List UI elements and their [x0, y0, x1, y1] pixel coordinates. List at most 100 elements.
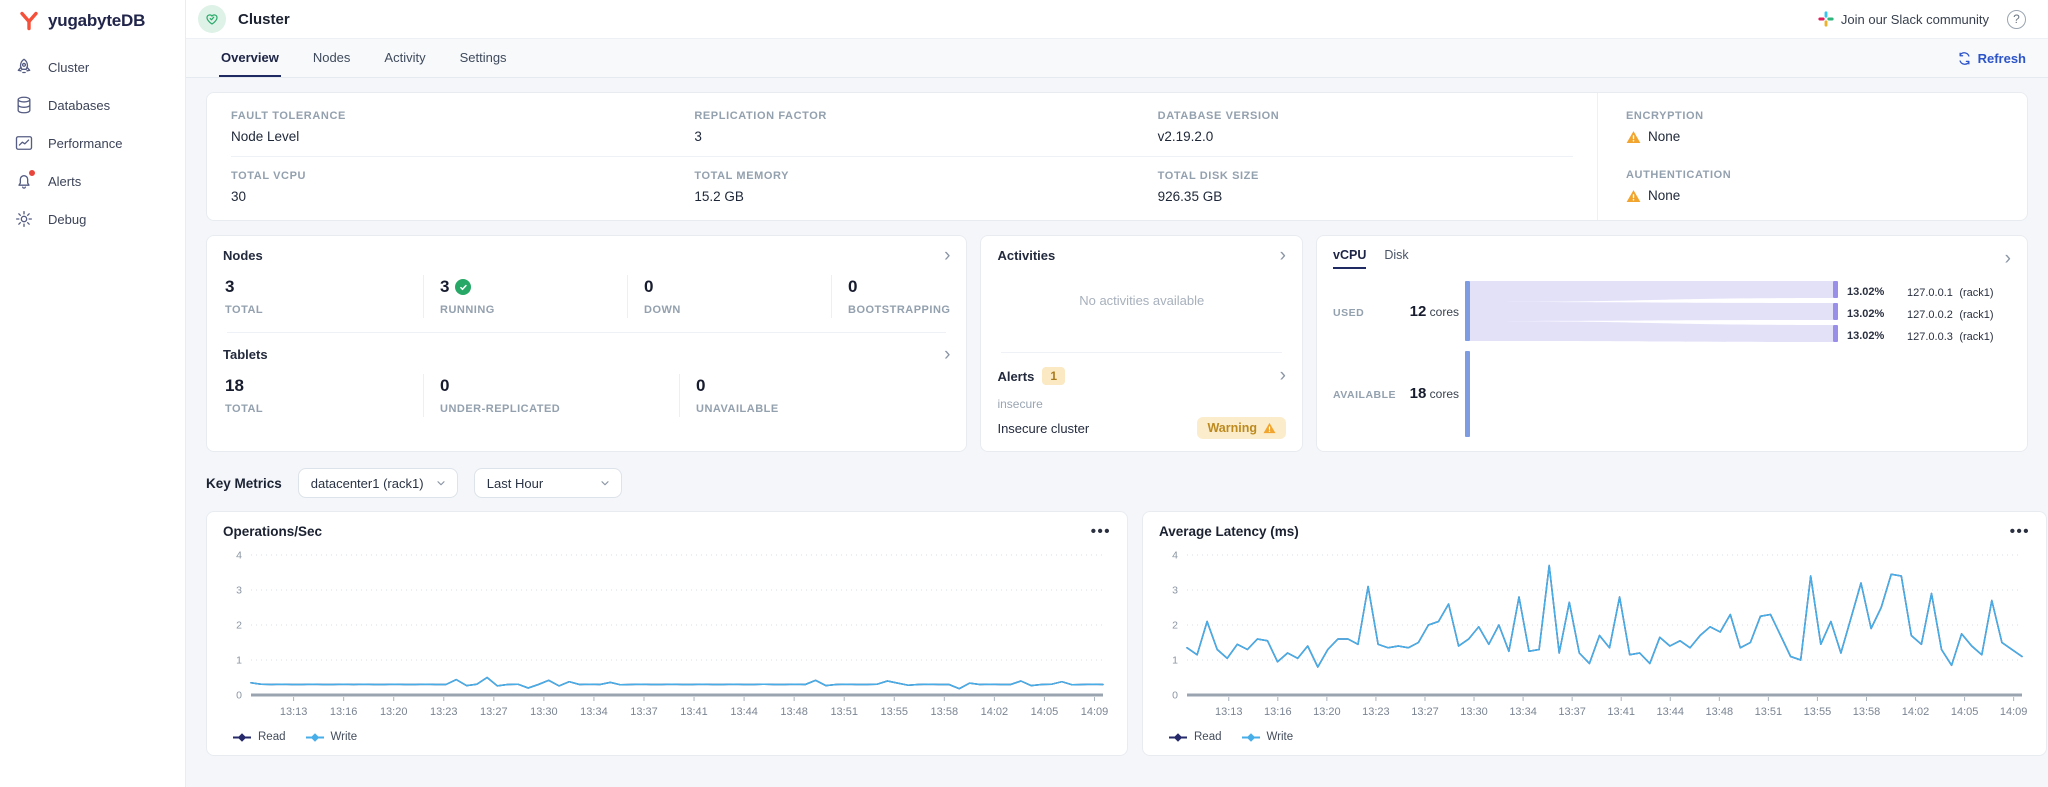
summary-total-memory: TOTAL MEMORY 15.2 GB — [670, 157, 1133, 216]
svg-text:13:51: 13:51 — [830, 706, 858, 718]
nodes-section-title: Nodes — [223, 248, 263, 263]
region-select[interactable]: datacenter1 (rack1) — [298, 468, 458, 498]
chevron-right-icon[interactable]: › — [1280, 370, 1286, 382]
legend-label: Read — [1194, 731, 1222, 743]
tab-nodes[interactable]: Nodes — [311, 39, 353, 77]
vcpu-available-row: AVAILABLE 18 cores — [1333, 385, 1459, 402]
tab-disk[interactable]: Disk — [1384, 248, 1408, 269]
tab-activity[interactable]: Activity — [382, 39, 427, 77]
tab-vcpu[interactable]: vCPU — [1333, 248, 1366, 269]
summary-total-vcpu: TOTAL VCPU 30 — [207, 157, 670, 216]
chevron-right-icon[interactable]: › — [944, 250, 950, 262]
chevron-right-icon[interactable]: › — [1280, 250, 1286, 262]
sidebar-item-databases[interactable]: Databases — [0, 86, 185, 124]
svg-text:13:34: 13:34 — [580, 706, 608, 718]
warning-triangle-icon — [1626, 189, 1641, 203]
cluster-health-icon — [198, 5, 226, 33]
svg-text:2: 2 — [236, 620, 242, 632]
svg-text:13:48: 13:48 — [780, 706, 808, 718]
legend-item-write[interactable]: Write — [306, 731, 358, 743]
svg-text:13:41: 13:41 — [680, 706, 708, 718]
sidebar-item-alerts[interactable]: Alerts — [0, 162, 185, 200]
svg-text:14:09: 14:09 — [2000, 706, 2028, 718]
svg-text:13:58: 13:58 — [931, 706, 959, 718]
svg-text:0: 0 — [236, 690, 242, 702]
svg-text:13:20: 13:20 — [1313, 706, 1341, 718]
legend-item-write[interactable]: Write — [1242, 731, 1294, 743]
top-header: Cluster Join our Slack community ? — [186, 0, 2048, 38]
svg-text:2: 2 — [1172, 620, 1178, 632]
nodes-tablets-card: Nodes › 3 TOTAL 3 — [206, 235, 967, 452]
divider — [227, 332, 946, 333]
refresh-button[interactable]: Refresh — [1957, 39, 2026, 77]
legend-marker-icon — [306, 733, 324, 742]
sidebar-item-debug[interactable]: Debug — [0, 200, 185, 238]
alerts-section-title: Alerts — [997, 369, 1034, 384]
time-range-select[interactable]: Last Hour — [474, 468, 622, 498]
sankey-node-label: 13.02% 127.0.0.3 (rack1) — [1847, 327, 1994, 345]
sidebar-item-performance[interactable]: Performance — [0, 124, 185, 162]
svg-text:13:51: 13:51 — [1755, 706, 1783, 718]
activities-alerts-card: Activities › No activities available Ale… — [980, 235, 1303, 452]
alerts-count-badge: 1 — [1042, 367, 1065, 385]
svg-text:13:37: 13:37 — [1558, 706, 1586, 718]
svg-text:13:30: 13:30 — [1460, 706, 1488, 718]
svg-text:14:05: 14:05 — [1951, 706, 1979, 718]
svg-text:0: 0 — [1172, 690, 1178, 702]
alert-message: Insecure cluster — [997, 421, 1089, 436]
sidebar-item-label: Alerts — [48, 174, 81, 189]
summary-authentication: AUTHENTICATION None — [1598, 156, 2027, 215]
summary-fault-tolerance: FAULT TOLERANCE Node Level — [207, 97, 670, 156]
join-slack-link[interactable]: Join our Slack community — [1818, 11, 1989, 27]
alert-notification-dot — [28, 169, 36, 177]
svg-text:13:34: 13:34 — [1509, 706, 1537, 718]
svg-text:13:13: 13:13 — [280, 706, 308, 718]
alert-name: insecure — [997, 397, 1286, 411]
nodes-stat-bootstrapping: 0 BOOTSTRAPPING — [831, 275, 950, 318]
page-title: Cluster — [238, 11, 290, 28]
content: FAULT TOLERANCE Node Level REPLICATION F… — [186, 78, 2048, 756]
legend-label: Write — [1267, 731, 1294, 743]
tab-bar: Overview Nodes Activity Settings Refresh — [186, 38, 2048, 78]
svg-text:14:02: 14:02 — [1902, 706, 1930, 718]
sidebar-item-cluster[interactable]: Cluster — [0, 48, 185, 86]
tab-overview[interactable]: Overview — [219, 39, 281, 77]
activities-section-title: Activities — [997, 248, 1055, 263]
summary-total-disk-size: TOTAL DISK SIZE 926.35 GB — [1134, 157, 1597, 216]
performance-chart-icon — [14, 133, 34, 153]
help-icon[interactable]: ? — [2007, 10, 2026, 29]
svg-text:13:55: 13:55 — [880, 706, 908, 718]
svg-text:13:16: 13:16 — [330, 706, 358, 718]
alert-row[interactable]: Insecure cluster Warning — [997, 417, 1286, 439]
legend-item-read[interactable]: Read — [233, 731, 286, 743]
yugabytedb-logo-icon — [18, 10, 40, 32]
chevron-down-icon — [599, 477, 611, 489]
operations-chart: 0123413:1313:1613:2013:2313:2713:3013:34… — [223, 543, 1111, 727]
database-icon — [14, 95, 34, 115]
chevron-down-icon — [435, 477, 447, 489]
brand-logo[interactable]: yugabyteDB — [0, 0, 185, 48]
chart-menu-button[interactable]: ••• — [2010, 528, 2030, 536]
chevron-right-icon[interactable]: › — [2005, 253, 2011, 265]
gear-icon — [14, 209, 34, 229]
svg-text:13:23: 13:23 — [430, 706, 458, 718]
sidebar-item-label: Performance — [48, 136, 122, 151]
warning-triangle-icon — [1263, 422, 1276, 434]
legend-label: Read — [258, 731, 286, 743]
svg-text:13:44: 13:44 — [1656, 706, 1684, 718]
tab-settings[interactable]: Settings — [458, 39, 509, 77]
chart-menu-button[interactable]: ••• — [1091, 528, 1111, 536]
chevron-right-icon[interactable]: › — [944, 349, 950, 361]
resource-usage-card: vCPU Disk › — [1316, 235, 2028, 452]
svg-text:13:55: 13:55 — [1804, 706, 1832, 718]
svg-text:1: 1 — [236, 655, 242, 667]
sidebar-item-label: Cluster — [48, 60, 89, 75]
svg-text:13:20: 13:20 — [380, 706, 408, 718]
bell-icon — [14, 171, 34, 191]
svg-text:13:48: 13:48 — [1706, 706, 1734, 718]
sidebar-item-label: Debug — [48, 212, 86, 227]
chart-title: Average Latency (ms) — [1159, 524, 1299, 539]
key-metrics-title: Key Metrics — [206, 476, 282, 491]
legend-item-read[interactable]: Read — [1169, 731, 1222, 743]
svg-text:14:09: 14:09 — [1081, 706, 1109, 718]
